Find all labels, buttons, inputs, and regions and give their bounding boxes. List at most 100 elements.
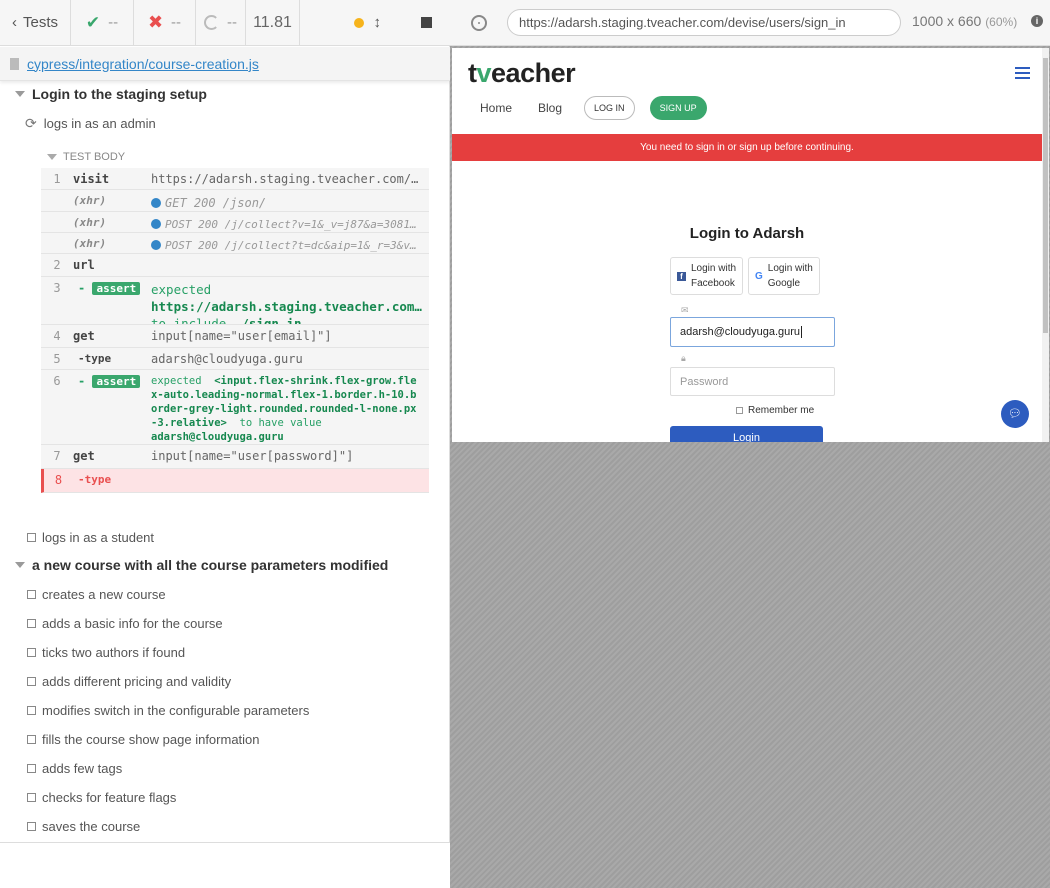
xhr-message: GET 200 /json/ (165, 195, 267, 210)
command-row[interactable]: 2 url (41, 254, 429, 277)
xhr-status-icon (151, 219, 161, 229)
spec-file-link[interactable]: cypress/integration/course-creation.js (27, 56, 259, 72)
assert-badge: assert (92, 375, 141, 388)
pending-count: -- (196, 0, 246, 45)
test-title: modifies switch in the configurable para… (42, 702, 310, 718)
test-logs-in-as-student[interactable]: logs in as a student (0, 527, 450, 547)
test-title: ticks two authors if found (42, 644, 186, 660)
facebook-label: Login with (691, 263, 737, 274)
viewport-info[interactable]: 1000 x 660 (60%) (912, 13, 1017, 29)
suite-title: Login to the staging setup (32, 86, 207, 102)
chat-icon[interactable]: 💬︎ (1001, 400, 1029, 428)
nav-home-link[interactable]: Home (480, 101, 512, 115)
test-body-header[interactable]: TEST BODY (41, 146, 429, 168)
assert-badge: assert (92, 282, 141, 295)
pending-icon (204, 15, 219, 30)
failed-command-row[interactable]: 8 -type (41, 469, 429, 493)
dash: - (78, 281, 86, 295)
command-number: 5 (53, 352, 61, 366)
remember-checkbox[interactable] (736, 407, 743, 414)
command-row[interactable]: 4 get input[name="user[email]"] (41, 325, 429, 348)
test-item[interactable]: adds few tags (0, 758, 450, 778)
pending-box-icon (27, 734, 36, 744)
info-icon[interactable]: i (1031, 15, 1043, 27)
email-value: adarsh@cloudyuga.guru (680, 326, 801, 338)
tests-label: Tests (22, 14, 58, 31)
test-item[interactable]: checks for feature flags (0, 787, 450, 807)
command-message: POST 200 /j/collect?v=1&_v=j87&a=3081248… (151, 212, 429, 232)
google-icon: G (755, 270, 763, 282)
suite-1[interactable]: Login to the staging setup (0, 84, 450, 104)
pending-value: -- (227, 14, 237, 31)
test-title: creates a new course (42, 586, 166, 602)
test-item[interactable]: adds different pricing and validity (0, 671, 450, 691)
facebook-login-button[interactable]: f Login with Facebook (670, 257, 744, 295)
google-login-button[interactable]: G Login with Google (748, 257, 820, 295)
menu-icon[interactable] (1015, 67, 1030, 82)
reporter-panel: ‹ Tests ✔ -- ✖ -- -- 11.81 ↕ cypress/int… (0, 0, 450, 888)
assert-row[interactable]: 6 - assert expected <input.flex-shrink.f… (41, 370, 429, 445)
test-title: saves the course (42, 818, 141, 834)
reporter-footer (0, 842, 450, 888)
suite-2[interactable]: a new course with all the course paramet… (0, 555, 450, 575)
url-bar: https://adarsh.staging.tveacher.com/devi… (507, 9, 901, 36)
assert-row[interactable]: 3 - assert expected https://adarsh.stagi… (41, 277, 429, 325)
caret-down-icon (15, 91, 25, 97)
tveacher-logo[interactable]: tveacher (468, 58, 576, 89)
test-item[interactable]: ticks two authors if found (0, 642, 450, 662)
selector-playground-icon[interactable] (471, 14, 487, 31)
viewport-scale: (60%) (985, 15, 1018, 29)
nav-signup-button[interactable]: SIGN UP (649, 96, 707, 120)
caret-down-icon (15, 562, 25, 568)
scrollbar-thumb[interactable] (1043, 58, 1048, 333)
test-item[interactable]: adds a basic info for the course (0, 613, 450, 633)
pending-box-icon (27, 532, 36, 542)
command-message: expected <input.flex-shrink.flex-grow.fl… (151, 370, 429, 444)
command-row[interactable]: 7 get input[name="user[password]"] (41, 445, 429, 469)
command-message: POST 200 /j/collect?t=dc&aip=1&_r=3&v=1&… (151, 233, 429, 253)
test-item[interactable]: fills the course show page information (0, 729, 450, 749)
caret-down-icon (47, 154, 57, 160)
stop-icon[interactable] (421, 17, 432, 28)
test-item[interactable]: modifies switch in the configurable para… (0, 700, 450, 720)
command-name: get (73, 449, 95, 463)
nav-blog-link[interactable]: Blog (538, 101, 562, 115)
test-logs-in-as-admin[interactable]: ⟳ logs in as an admin (0, 113, 450, 133)
test-title: checks for feature flags (42, 789, 177, 805)
tests-button[interactable]: ‹ Tests (0, 0, 71, 45)
command-number: 3 (53, 281, 61, 295)
auto-scroll-icon[interactable]: ↕ (374, 14, 382, 31)
command-name: (xhr) (73, 194, 107, 207)
command-number: 6 (53, 374, 61, 388)
test-item[interactable]: saves the course (0, 816, 450, 836)
flash-alert: You need to sign in or sign up before co… (452, 134, 1042, 161)
nav-login-button[interactable]: LOG IN (584, 96, 635, 120)
xhr-row[interactable]: (xhr) GET 200 /json/ (41, 190, 429, 212)
password-field[interactable]: Password (670, 367, 835, 396)
command-row[interactable]: 5 -type adarsh@cloudyuga.guru (41, 348, 429, 370)
scrollbar[interactable] (1042, 48, 1049, 442)
command-name: visit (73, 172, 110, 186)
controls: ↕ (300, 0, 450, 45)
test-title: logs in as an admin (43, 115, 156, 131)
test-title: logs in as a student (42, 529, 155, 545)
xhr-row[interactable]: (xhr) POST 200 /j/collect?t=dc&aip=1&_r=… (41, 233, 429, 254)
site-nav: Home Blog LOG IN SIGN UP (480, 96, 707, 120)
test-title: adds a basic info for the course (42, 615, 223, 631)
command-number: 8 (54, 473, 63, 487)
login-button[interactable]: Login (670, 426, 823, 442)
pending-box-icon (27, 676, 36, 686)
pending-box-icon (27, 821, 36, 831)
command-row[interactable]: 1 visit https://adarsh.staging.tveacher.… (41, 168, 429, 190)
command-number: 7 (53, 449, 61, 463)
running-indicator-icon (353, 17, 364, 28)
runner-panel: https://adarsh.staging.tveacher.com/devi… (450, 0, 1050, 888)
email-field[interactable]: adarsh@cloudyuga.guru (670, 317, 835, 347)
test-body-label: TEST BODY (63, 151, 126, 163)
test-item[interactable]: creates a new course (0, 584, 450, 604)
remember-me[interactable]: Remember me (736, 405, 814, 416)
xhr-row[interactable]: (xhr) POST 200 /j/collect?v=1&_v=j87&a=3… (41, 212, 429, 233)
xhr-status-icon (151, 240, 161, 250)
assert-text: expected (151, 375, 202, 387)
assert-text: to include (151, 316, 227, 324)
